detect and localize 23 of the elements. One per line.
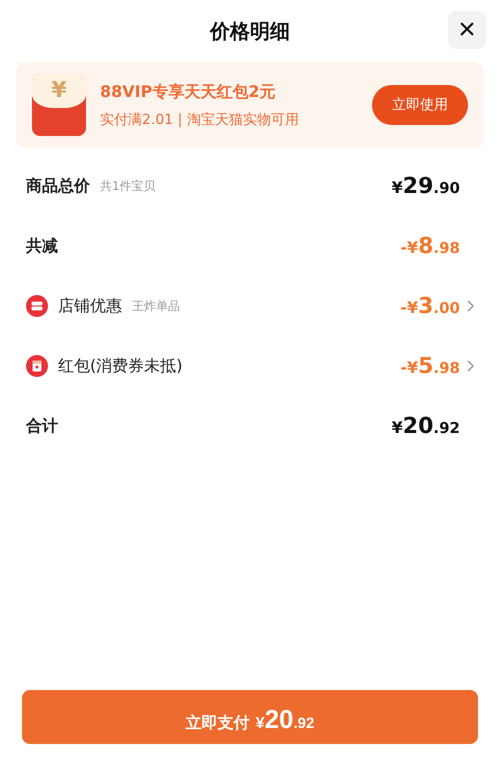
row-label: 商品总价 bbox=[26, 176, 90, 196]
money-envelope-icon: ¥ bbox=[32, 74, 86, 136]
use-now-button[interactable]: 立即使用 bbox=[372, 85, 468, 125]
row-label: 合计 bbox=[26, 416, 58, 436]
promo-subtitle: 实付满2.01 | 淘宝天猫实物可用 bbox=[100, 110, 300, 128]
shop-icon bbox=[26, 295, 48, 317]
price: -¥5.98 bbox=[400, 354, 460, 378]
price: -¥3.00 bbox=[400, 294, 460, 318]
price: ¥29.90 bbox=[392, 174, 460, 198]
chevron-right-icon[interactable] bbox=[466, 360, 474, 372]
price: -¥8.98 bbox=[400, 234, 460, 258]
row-label: 共减 bbox=[26, 236, 58, 256]
envelope-icon bbox=[26, 355, 48, 377]
pay-now-button[interactable]: 立即支付 ¥20.92 bbox=[22, 690, 478, 744]
row-note: 王炸单品 bbox=[132, 298, 180, 314]
row-note: 共1件宝贝 bbox=[100, 178, 156, 194]
price: ¥20.92 bbox=[392, 414, 460, 438]
sheet-title: 价格明细 bbox=[210, 18, 290, 44]
promo-title: 88VIP专享天天红包2元 bbox=[100, 82, 276, 102]
close-button[interactable]: × bbox=[448, 11, 486, 49]
row-label: 店铺优惠 bbox=[58, 296, 122, 316]
chevron-right-icon[interactable] bbox=[466, 300, 474, 312]
row-label: 红包(消费券未抵) bbox=[58, 356, 182, 376]
